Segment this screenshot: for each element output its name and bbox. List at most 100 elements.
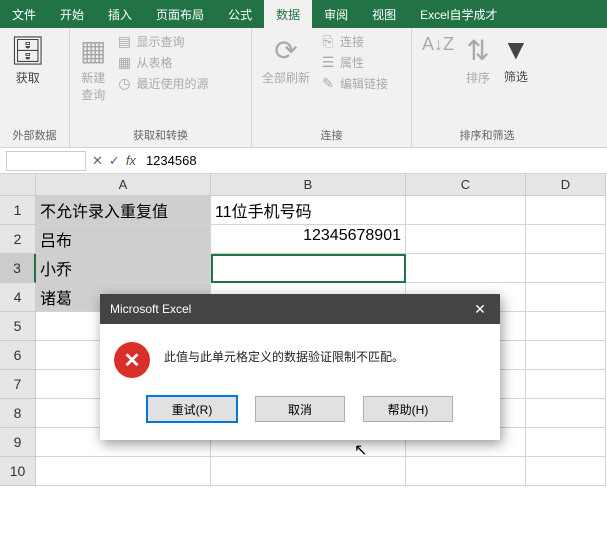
formula-bar-icons: ✕ ✓ fx	[92, 153, 136, 169]
recent-icon: ◷	[116, 76, 132, 92]
filter-button[interactable]: ▼ 筛选	[498, 32, 534, 87]
refresh-all-button[interactable]: ⟳ 全部刷新	[258, 32, 314, 88]
formula-bar: ✕ ✓ fx	[0, 148, 607, 174]
filter-icon: ▼	[502, 34, 530, 66]
cell-A2[interactable]: 吕布	[36, 225, 211, 254]
select-all-corner[interactable]	[0, 174, 36, 196]
sort-asc-button[interactable]: A↓Z	[418, 32, 458, 59]
cell-C3[interactable]	[406, 254, 526, 283]
table-icon: ▦	[116, 55, 132, 71]
row-header-5[interactable]: 5	[0, 312, 36, 341]
retry-button[interactable]: 重试(R)	[147, 396, 237, 422]
col-header-D[interactable]: D	[526, 174, 606, 196]
ribbon-group-get-transform: ▦ 新建 查询 ▤显示查询 ▦从表格 ◷最近使用的源 获取和转换	[70, 28, 252, 147]
confirm-icon[interactable]: ✓	[109, 153, 120, 169]
properties-button[interactable]: ☰属性	[318, 53, 390, 72]
column-headers: A B C D	[36, 174, 606, 196]
cell-A3[interactable]: 小乔	[36, 254, 211, 283]
cell-B1[interactable]: 11位手机号码	[211, 196, 406, 225]
show-queries-button[interactable]: ▤显示查询	[114, 32, 210, 51]
new-query-button[interactable]: ▦ 新建 查询	[76, 32, 110, 105]
cell-D3[interactable]	[526, 254, 606, 283]
group-label: 连接	[258, 125, 405, 145]
link-icon: ⎘	[320, 34, 336, 50]
formula-input[interactable]	[142, 151, 601, 171]
get-external-data-button[interactable]: 🗄 获取	[6, 32, 50, 88]
cell-A10[interactable]	[36, 457, 211, 486]
recent-sources-button[interactable]: ◷最近使用的源	[114, 74, 210, 93]
cell-B3[interactable]	[211, 254, 406, 283]
btn-label: 筛选	[504, 68, 528, 85]
dialog-title-text: Microsoft Excel	[110, 302, 191, 316]
row-header-1[interactable]: 1	[0, 196, 36, 225]
ribbon-group-external-data: 🗄 获取 外部数据	[0, 28, 70, 147]
sort-asc-icon: A↓Z	[422, 34, 454, 55]
cell-D7[interactable]	[526, 370, 606, 399]
name-box[interactable]	[6, 151, 86, 171]
cancel-button[interactable]: 取消	[255, 396, 345, 422]
group-label: 外部数据	[6, 125, 63, 145]
cell-C10[interactable]	[406, 457, 526, 486]
cancel-icon[interactable]: ✕	[92, 153, 103, 169]
edit-link-icon: ✎	[320, 76, 336, 92]
tab-self-learn[interactable]: Excel自学成才	[408, 0, 509, 28]
row-header-8[interactable]: 8	[0, 399, 36, 428]
btn-label: 全部刷新	[262, 69, 310, 86]
cell-D2[interactable]	[526, 225, 606, 254]
group-label: 获取和转换	[76, 125, 245, 145]
dialog-body: ✕ 此值与此单元格定义的数据验证限制不匹配。	[100, 324, 500, 390]
sort-icon: ⇅	[466, 34, 489, 67]
validation-error-dialog: Microsoft Excel ✕ ✕ 此值与此单元格定义的数据验证限制不匹配。…	[100, 294, 500, 440]
group-label: 排序和筛选	[418, 125, 556, 145]
cell-D5[interactable]	[526, 312, 606, 341]
dialog-button-row: 重试(R) 取消 帮助(H)	[100, 390, 500, 440]
cell-D9[interactable]	[526, 428, 606, 457]
row-header-4[interactable]: 4	[0, 283, 36, 312]
connections-button[interactable]: ⎘连接	[318, 32, 390, 51]
error-icon: ✕	[114, 342, 150, 378]
tab-review[interactable]: 审阅	[312, 0, 360, 28]
col-header-C[interactable]: C	[406, 174, 526, 196]
menu-tabs: 文件 开始 插入 页面布局 公式 数据 审阅 视图 Excel自学成才	[0, 0, 607, 28]
tab-formula[interactable]: 公式	[216, 0, 264, 28]
edit-links-button[interactable]: ✎编辑链接	[318, 74, 390, 93]
col-header-A[interactable]: A	[36, 174, 211, 196]
tab-insert[interactable]: 插入	[96, 0, 144, 28]
row-header-2[interactable]: 2	[0, 225, 36, 254]
help-button[interactable]: 帮助(H)	[363, 396, 453, 422]
ribbon-group-connections: ⟳ 全部刷新 ⎘连接 ☰属性 ✎编辑链接 连接	[252, 28, 412, 147]
database-icon: 🗄	[10, 34, 46, 67]
cell-D4[interactable]	[526, 283, 606, 312]
row-header-3[interactable]: 3	[0, 254, 36, 283]
cell-C1[interactable]	[406, 196, 526, 225]
cell-D6[interactable]	[526, 341, 606, 370]
tab-view[interactable]: 视图	[360, 0, 408, 28]
cell-D8[interactable]	[526, 399, 606, 428]
tab-home[interactable]: 开始	[48, 0, 96, 28]
cell-A1[interactable]: 不允许录入重复值	[36, 196, 211, 225]
ribbon-group-sort-filter: A↓Z ⇅ 排序 ▼ 筛选 排序和筛选	[412, 28, 562, 147]
cell-D10[interactable]	[526, 457, 606, 486]
close-icon: ✕	[474, 301, 486, 318]
dialog-titlebar[interactable]: Microsoft Excel ✕	[100, 294, 500, 324]
cell-B2[interactable]: 12345678901	[211, 225, 406, 254]
sort-button[interactable]: ⇅ 排序	[462, 32, 494, 88]
from-table-button[interactable]: ▦从表格	[114, 53, 210, 72]
properties-icon: ☰	[320, 55, 336, 71]
row-header-10[interactable]: 10	[0, 457, 36, 486]
ribbon: 🗄 获取 外部数据 ▦ 新建 查询 ▤显示查询 ▦从表格 ◷最近使用的源 获取和…	[0, 28, 607, 148]
grid-icon: ▤	[116, 34, 132, 50]
dialog-close-button[interactable]: ✕	[460, 294, 500, 324]
row-header-9[interactable]: 9	[0, 428, 36, 457]
tab-data[interactable]: 数据	[264, 0, 312, 28]
refresh-icon: ⟳	[274, 34, 297, 67]
fx-icon[interactable]: fx	[126, 153, 136, 169]
cell-B10[interactable]	[211, 457, 406, 486]
col-header-B[interactable]: B	[211, 174, 406, 196]
row-header-7[interactable]: 7	[0, 370, 36, 399]
row-header-6[interactable]: 6	[0, 341, 36, 370]
tab-file[interactable]: 文件	[0, 0, 48, 28]
cell-D1[interactable]	[526, 196, 606, 225]
cell-C2[interactable]	[406, 225, 526, 254]
tab-layout[interactable]: 页面布局	[144, 0, 216, 28]
